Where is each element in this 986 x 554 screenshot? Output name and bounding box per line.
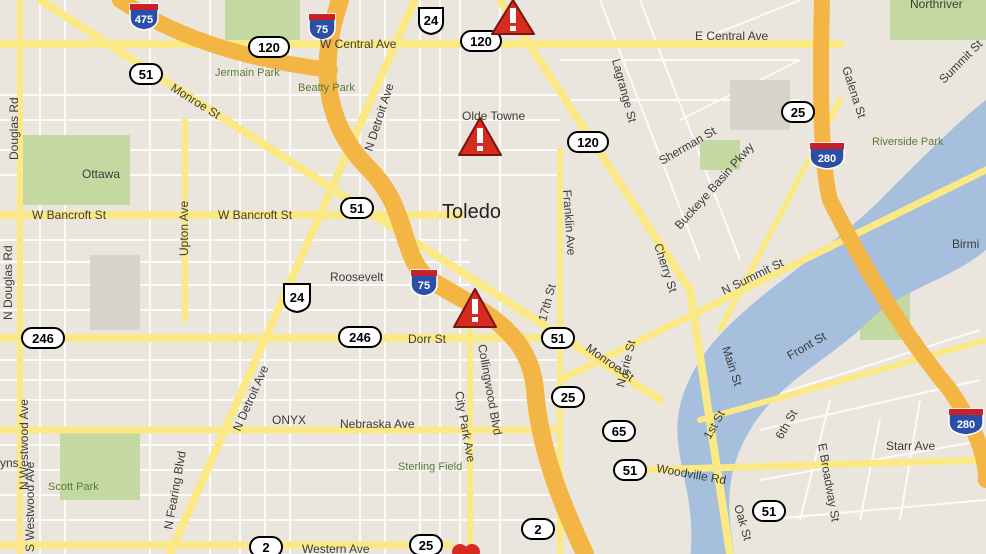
street-label: E Central Ave xyxy=(695,29,768,43)
shield-label: 25 xyxy=(791,105,805,120)
street-label: W Central Ave xyxy=(320,37,397,51)
shield-sr51-a: 51 xyxy=(129,63,163,85)
neighborhood-label: Birmi xyxy=(952,237,979,251)
street-label: N Douglas Rd xyxy=(1,245,15,320)
industrial-block xyxy=(90,255,140,330)
neighborhood-label: Roosevelt xyxy=(330,270,384,284)
park-label: Sterling Field xyxy=(398,461,462,473)
shield-label: 65 xyxy=(612,424,626,439)
street-label: yns xyxy=(0,456,19,470)
shield-i280-bot: 280 xyxy=(948,408,984,436)
shield-sr2-b: 2 xyxy=(249,536,283,554)
street-label: Dorr St xyxy=(408,332,447,346)
alert-icon-bar xyxy=(477,128,483,143)
shield-sr246-a: 246 xyxy=(21,327,65,349)
shield-sr120-c: 120 xyxy=(567,131,609,153)
shield-sr25-b: 25 xyxy=(551,386,585,408)
map-view[interactable]: 120 120 120 51 51 51 51 51 25 25 25 246 … xyxy=(0,0,986,554)
shield-us24-mid: 24 xyxy=(283,283,311,314)
shield-sr51-e: 51 xyxy=(752,500,786,522)
street-label: Western Ave xyxy=(302,542,370,554)
shield-sr120-a: 120 xyxy=(248,36,290,58)
shield-label: 24 xyxy=(290,290,305,305)
shield-sr51-b: 51 xyxy=(340,197,374,219)
neighborhood-label: Ottawa xyxy=(82,167,120,181)
street-label: W Bancroft St xyxy=(32,208,107,222)
north-park xyxy=(225,0,300,40)
shield-label: 51 xyxy=(551,331,565,346)
shield-label: 51 xyxy=(139,67,153,82)
city-label: Toledo xyxy=(442,201,501,223)
shield-i75-mid: 75 xyxy=(410,269,438,297)
alert-icon-bar xyxy=(510,8,516,23)
park-label: Scott Park xyxy=(48,481,99,493)
shield-label: 246 xyxy=(349,330,371,345)
shield-label: 24 xyxy=(424,13,439,28)
shield-label: 246 xyxy=(32,331,54,346)
neighborhood-label: Olde Towne xyxy=(462,109,525,123)
shield-label: 75 xyxy=(316,24,328,36)
park-label: Beatty Park xyxy=(298,82,355,94)
shield-label: 25 xyxy=(561,390,575,405)
shield-label: 2 xyxy=(534,522,541,537)
street-label: W Bancroft St xyxy=(218,208,293,222)
alert-icon-dot xyxy=(510,26,516,31)
shield-label: 51 xyxy=(762,504,776,519)
shield-sr25-c: 25 xyxy=(409,534,443,554)
street-label: S Westwood Ave xyxy=(23,461,37,552)
street-label: Upton Ave xyxy=(177,201,191,256)
shield-label: 51 xyxy=(623,463,637,478)
park-label: Riverside Park xyxy=(872,136,944,148)
industrial-block xyxy=(730,80,790,130)
shield-label: 51 xyxy=(350,201,364,216)
alert-icon-dot xyxy=(477,146,483,151)
shield-label: 120 xyxy=(577,135,599,150)
shield-i280-top: 280 xyxy=(809,142,845,170)
park-label: Jermain Park xyxy=(215,67,280,79)
shield-label: 2 xyxy=(262,540,269,554)
shield-sr246-b: 246 xyxy=(338,326,382,348)
neighborhood-label: Northriver xyxy=(910,0,963,11)
shield-sr25-a: 25 xyxy=(781,101,815,123)
shield-label: 120 xyxy=(470,34,492,49)
shield-us24-top: 24 xyxy=(418,7,444,36)
neighborhood-label: ONYX xyxy=(272,413,306,427)
shield-label: 25 xyxy=(419,538,433,553)
shield-sr65: 65 xyxy=(602,420,636,442)
street-label: Starr Ave xyxy=(886,439,935,453)
shield-label: 120 xyxy=(258,40,280,55)
alert-icon-bar xyxy=(472,299,478,314)
street-label: Douglas Rd xyxy=(7,97,21,160)
street-label: Nebraska Ave xyxy=(340,417,415,431)
shield-sr51-c: 51 xyxy=(541,327,575,349)
shield-sr2-a: 2 xyxy=(521,518,555,540)
shield-i475: 475 xyxy=(129,3,159,31)
map-canvas[interactable]: 120 120 120 51 51 51 51 51 25 25 25 246 … xyxy=(0,0,986,554)
shield-label: 280 xyxy=(818,153,836,165)
shield-label: 475 xyxy=(135,14,153,26)
shield-label: 280 xyxy=(957,419,975,431)
shield-sr51-d: 51 xyxy=(613,459,647,481)
shield-label: 75 xyxy=(418,280,430,292)
alert-icon-dot xyxy=(472,317,478,322)
